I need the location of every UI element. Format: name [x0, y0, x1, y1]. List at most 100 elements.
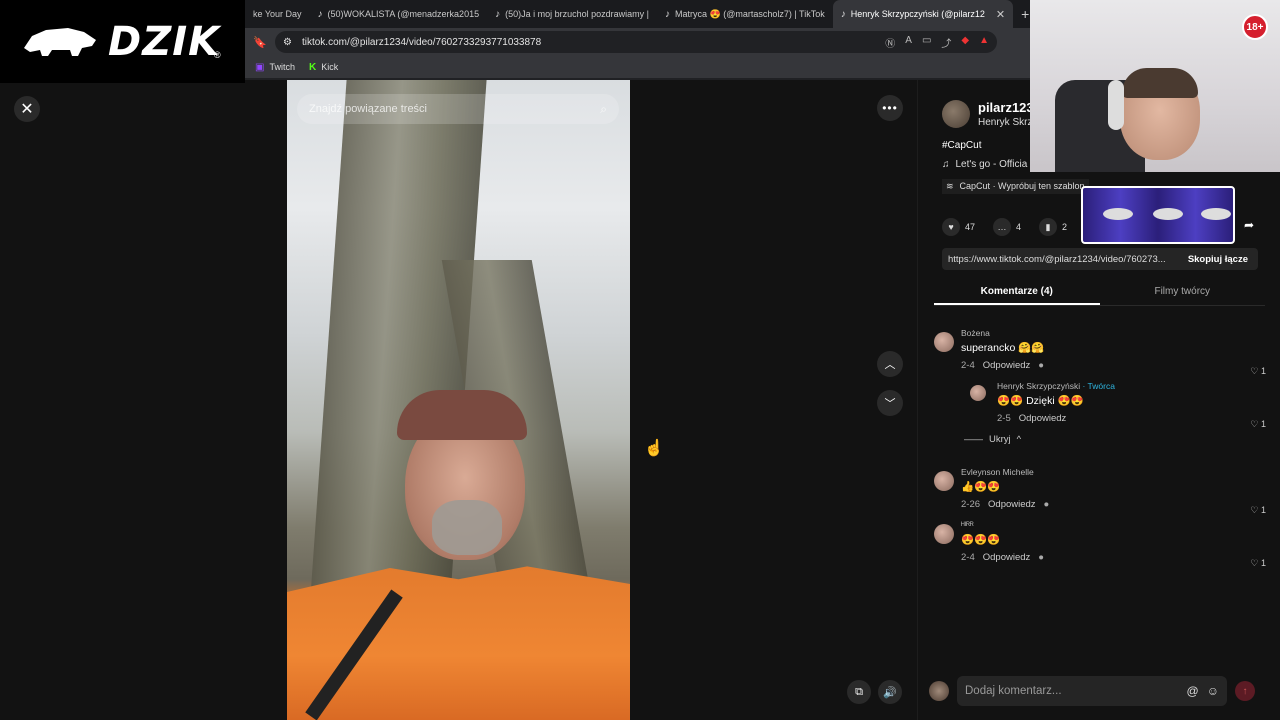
tab-wokalista[interactable]: ♪ (50)WOKALISTA (@menadzerka2015 — [310, 0, 488, 28]
ellipsis-icon: ••• — [882, 101, 898, 115]
comment-date: 2-26 — [961, 499, 981, 510]
close-icon: ✕ — [20, 101, 34, 118]
url-field[interactable]: ⚙ tiktok.com/@pilarz1234/video/760273329… — [275, 31, 997, 53]
video-link[interactable]: https://www.tiktok.com/@pilarz1234/video… — [948, 254, 1166, 265]
comment-meta: 2-4 Odpowiedz ● — [961, 552, 1270, 563]
address-bar: 🔖 ⚙ tiktok.com/@pilarz1234/video/7602733… — [245, 28, 1030, 56]
avatar[interactable] — [934, 471, 954, 491]
comment-user[interactable]: ᴴᴵᴿᴿ — [961, 520, 1270, 530]
comment-user[interactable]: Bożena — [961, 328, 1270, 338]
comment-text: 👍😍😍 — [961, 481, 1001, 493]
like-button[interactable]: ♥ 47 — [942, 218, 975, 236]
save-count: 2 — [1062, 222, 1068, 232]
details-panel: pilarz123 Henryk Skrz #CapCut ♫ Let's go … — [917, 80, 1280, 720]
comment-input[interactable]: Dodaj komentarz... @ ☺ — [957, 676, 1227, 706]
comment-like[interactable]: ♡ 1 — [1250, 419, 1266, 430]
comment-meta: 2-26 Odpowiedz ● — [961, 499, 1270, 510]
bookmark-icon[interactable]: 🔖 — [249, 36, 271, 49]
screen: DZIK ® ke Your Day ♪ (50)WOKALISTA (@mena… — [0, 0, 1280, 720]
link-box: https://www.tiktok.com/@pilarz1234/video… — [942, 248, 1258, 270]
address-actions: Ⓝ A ▭ ⤴ ◆ ▲ — [885, 35, 997, 50]
bookmark-twitch[interactable]: ▣ Twitch — [255, 62, 295, 73]
pip-icon: ⧉ — [855, 685, 863, 698]
comment-date: 2-5 — [997, 413, 1011, 424]
tab-strip: ke Your Day ♪ (50)WOKALISTA (@menadzerka2… — [245, 0, 1030, 28]
comment-item: ᴴᴵᴿᴿ 😍😍😍 2-4 Odpowiedz ● ♡ 1 — [934, 520, 1270, 568]
new-tab-icon[interactable]: + — [1013, 6, 1029, 22]
close-video-button[interactable]: ✕ — [14, 96, 40, 122]
next-video-button[interactable]: ﹀ — [877, 390, 903, 416]
video-player[interactable]: Znajdź powiązane treści ⌕ — [287, 80, 630, 720]
copy-link-button[interactable]: Skopiuj łącze — [1188, 254, 1258, 265]
volume-button[interactable]: 🔊 — [878, 680, 902, 704]
share-arrow-icon[interactable]: ➦ — [1244, 218, 1254, 232]
screen-icon[interactable]: ▭ — [922, 35, 931, 50]
reply-button[interactable]: Odpowiedz — [983, 360, 1031, 371]
pip-button[interactable]: ⧉ — [847, 680, 871, 704]
comment-icon: … — [993, 218, 1012, 236]
alert-icon[interactable]: ▲ — [979, 35, 989, 50]
video-description[interactable]: #CapCut — [942, 140, 981, 151]
save-button[interactable]: ▮ 2 — [1039, 218, 1067, 236]
music-link[interactable]: ♫ Let's go - Officia — [942, 159, 1027, 170]
hide-label: Ukryj — [989, 434, 1011, 445]
author-handle[interactable]: pilarz123 — [978, 100, 1034, 115]
comment-like-count: 1 — [1260, 366, 1266, 376]
comment-like-count: 1 — [1260, 419, 1266, 429]
avatar[interactable] — [970, 385, 986, 401]
bookmark-label: Kick — [321, 62, 339, 72]
no-tracking-icon[interactable]: Ⓝ — [885, 35, 895, 50]
hide-replies-button[interactable]: —— Ukryj ^ — [964, 434, 1270, 445]
heart-icon: ♥ — [942, 218, 960, 236]
tab-brzuchol[interactable]: ♪ (50)Ja i moj brzuchol pozdrawiamy | — [487, 0, 657, 28]
divider-line: —— — [964, 434, 983, 445]
comment-count: 4 — [1016, 222, 1022, 232]
reply-user-name: Henryk Skrzypczyński — [997, 381, 1081, 391]
capcut-link[interactable]: ≋ CapCut · Wypróbuj ten szablon — [942, 179, 1089, 194]
comment-user[interactable]: Evleynson Michelle — [961, 467, 1270, 477]
comment-user[interactable]: Henryk Skrzypczyński · Twórca — [997, 381, 1270, 391]
tab-label: Henryk Skrzypczyński (@pilarz12 — [850, 9, 985, 19]
comment-date: 2-4 — [961, 360, 975, 371]
bookmark-kick[interactable]: K Kick — [309, 62, 338, 73]
tab-creator-videos[interactable]: Filmy twórcy — [1100, 278, 1266, 305]
site-info-icon[interactable]: ⚙ — [283, 37, 292, 48]
tab-comments[interactable]: Komentarze (4) — [934, 278, 1100, 305]
tab-matryca[interactable]: ♪ Matryca 😍 (@martascholz7) | TikTok — [657, 0, 833, 28]
comment-like[interactable]: ♡ 1 — [1250, 558, 1266, 569]
comment-button[interactable]: … 4 — [993, 218, 1021, 236]
kick-icon: K — [308, 61, 317, 73]
reply-button[interactable]: Odpowiedz — [983, 552, 1031, 563]
hand-cursor-icon: ☝ — [644, 440, 664, 457]
translate-icon[interactable]: A — [905, 35, 912, 50]
comment-reply-item: Henryk Skrzypczyński · Twórca 😍😍 Dzięki … — [970, 381, 1270, 429]
avatar[interactable] — [942, 100, 970, 128]
tab-henryk[interactable]: ♪ Henryk Skrzypczyński (@pilarz12 ✕ — [832, 0, 1014, 28]
send-button[interactable]: ↑ — [1235, 681, 1255, 701]
avatar[interactable] — [934, 332, 954, 352]
comment-like[interactable]: ♡ 1 — [1250, 505, 1266, 516]
tab-your-day[interactable]: ke Your Day — [245, 0, 310, 28]
streamer-hair — [1122, 68, 1198, 98]
age-rating-badge: 18+ — [1242, 14, 1268, 40]
previous-video-button[interactable]: ︿ — [877, 351, 903, 377]
close-tab-icon[interactable]: ✕ — [996, 8, 1005, 21]
author-block[interactable]: pilarz123 Henryk Skrz — [942, 100, 1034, 128]
shield-icon[interactable]: ◆ — [961, 35, 969, 50]
share-icon[interactable]: ⤴ — [941, 35, 951, 50]
tab-label: (50)Ja i moj brzuchol pozdrawiamy | — [505, 9, 649, 19]
more-options-button[interactable]: ••• — [877, 95, 903, 121]
mention-icon[interactable]: @ — [1187, 684, 1199, 698]
reply-button[interactable]: Odpowiedz — [988, 499, 1036, 510]
volume-icon: 🔊 — [883, 686, 897, 699]
related-search-field[interactable]: Znajdź powiązane treści ⌕ — [297, 94, 619, 124]
avatar[interactable] — [934, 524, 954, 544]
tiktok-icon: ♪ — [495, 8, 501, 20]
emoji-icon[interactable]: ☺ — [1207, 684, 1219, 698]
reply-button[interactable]: Odpowiedz — [1019, 413, 1067, 424]
emote-overlay — [1081, 186, 1235, 244]
comment-item: Evleynson Michelle 👍😍😍 2-26 Odpowiedz ● ♡ … — [934, 467, 1270, 515]
comment-like[interactable]: ♡ 1 — [1250, 366, 1266, 377]
search-icon[interactable]: ⌕ — [600, 102, 607, 117]
browser-chrome: ke Your Day ♪ (50)WOKALISTA (@menadzerka2… — [245, 0, 1030, 80]
